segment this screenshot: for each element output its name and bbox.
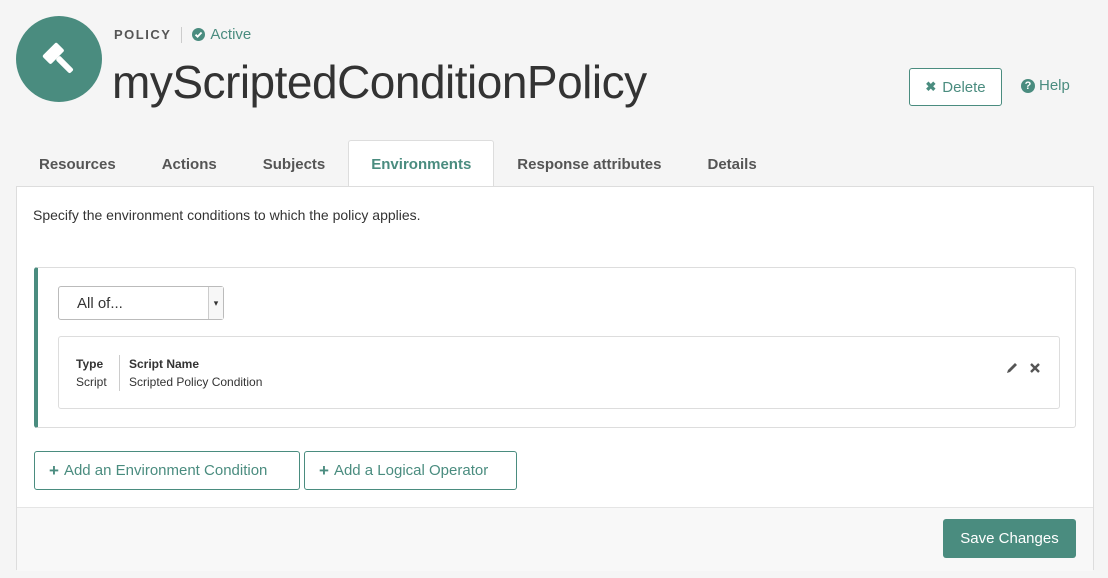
panel-footer: Save Changes (17, 507, 1093, 571)
add-condition-label: Add an Environment Condition (63, 462, 268, 479)
page-title: myScriptedConditionPolicy (112, 56, 647, 108)
tab-subjects[interactable]: Subjects (240, 140, 349, 187)
tab-details[interactable]: Details (685, 140, 780, 187)
condition-name-header: Script Name (129, 357, 200, 371)
tab-resources[interactable]: Resources (16, 140, 139, 187)
condition-name-column: Script Name Scripted Policy Condition (119, 355, 262, 391)
plus-icon: + (49, 460, 59, 480)
policy-tabs: Resources Actions Subjects Environments … (16, 140, 780, 187)
policy-kind-label: POLICY (114, 27, 172, 42)
help-label: Help (1039, 77, 1070, 94)
delete-button[interactable]: ✖ Delete (909, 68, 1002, 106)
add-environment-condition-button[interactable]: + Add an Environment Condition (34, 451, 300, 490)
page-header: POLICY Active myScriptedConditionPolicy … (0, 0, 1108, 140)
delete-label: Delete (942, 78, 986, 96)
condition-group: All of... ▾ Type Script Script Name Scri… (34, 267, 1076, 428)
help-link[interactable]: ? Help (1021, 77, 1070, 94)
condition-type-value: Script (76, 375, 107, 389)
tab-response-attributes[interactable]: Response attributes (494, 140, 684, 187)
status-label: Active (210, 26, 252, 43)
tab-environments[interactable]: Environments (348, 140, 495, 187)
panel-intro: Specify the environment conditions to wh… (33, 207, 421, 223)
close-icon: ✖ (925, 79, 937, 94)
condition-actions (1005, 361, 1041, 375)
check-circle-icon (192, 28, 206, 41)
help-icon: ? (1021, 78, 1035, 93)
select-arrow-icon: ▾ (208, 287, 223, 319)
close-icon[interactable] (1029, 362, 1041, 374)
add-operator-label: Add a Logical Operator (333, 462, 489, 479)
gavel-icon (42, 42, 74, 74)
operator-select-value: All of... (77, 294, 123, 312)
condition-type-column: Type Script (76, 355, 107, 391)
operator-select[interactable]: All of... ▾ (58, 286, 224, 320)
condition-name-value: Scripted Policy Condition (129, 375, 263, 389)
policy-logo (16, 16, 102, 102)
environments-panel: Specify the environment conditions to wh… (16, 186, 1094, 571)
policy-eyebrow: POLICY Active (114, 26, 251, 43)
eyebrow-divider (181, 26, 183, 43)
condition-item: Type Script Script Name Scripted Policy … (58, 336, 1060, 409)
status-badge: Active (192, 26, 251, 43)
save-changes-button[interactable]: Save Changes (943, 519, 1076, 558)
add-logical-operator-button[interactable]: + Add a Logical Operator (304, 451, 517, 490)
tab-actions[interactable]: Actions (139, 140, 240, 187)
plus-icon: + (319, 460, 329, 480)
condition-type-header: Type (76, 357, 104, 371)
pencil-icon[interactable] (1005, 361, 1019, 375)
